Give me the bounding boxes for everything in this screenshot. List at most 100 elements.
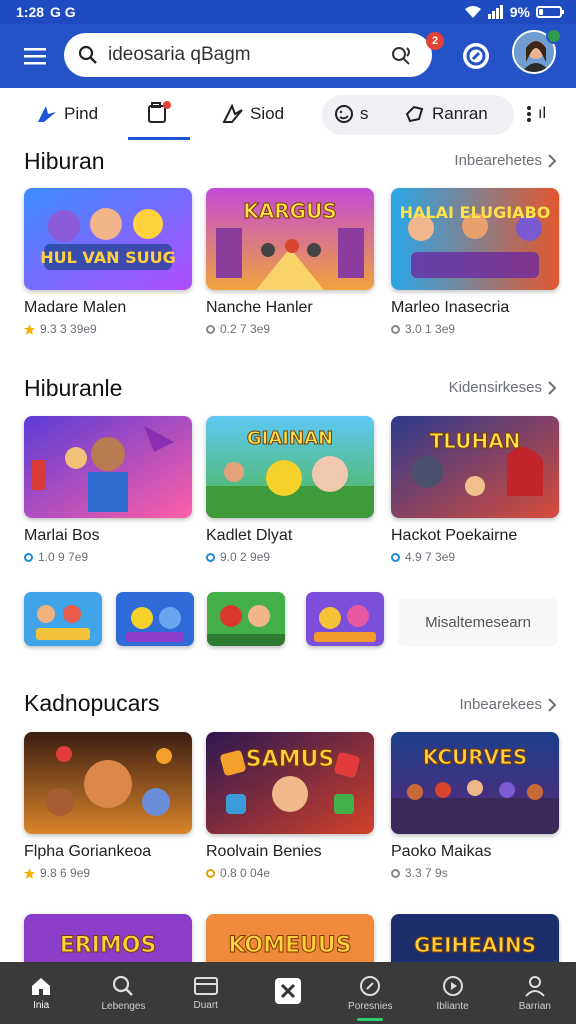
thumbnail-art-text: ERIMOS — [60, 933, 157, 958]
nav-play[interactable]: Ibliante — [411, 962, 493, 1024]
mini-game-tile[interactable] — [207, 592, 285, 646]
battery-level — [539, 9, 544, 15]
game-card[interactable]: TLUHAN Hackot Poekairne 4.9 7 3e9 — [391, 416, 559, 564]
card-meta-text: 3.0 1 3e9 — [405, 322, 456, 336]
chevron-right-icon — [548, 380, 556, 395]
nav-label: Inia — [33, 999, 50, 1011]
download-icon — [206, 868, 215, 878]
card-meta-text: 4.9 7 3e9 — [405, 550, 456, 564]
card-meta: 9.8 6 9e9 — [24, 866, 192, 880]
chevron-right-icon — [548, 153, 556, 168]
nav-profile[interactable]: Barrian — [494, 962, 576, 1024]
tab-s[interactable]: s — [334, 88, 369, 140]
section-title: Hiburanle — [24, 375, 123, 401]
game-card[interactable]: Flpha Goriankeoa 9.8 6 9e9 — [24, 732, 192, 880]
voice-search-icon — [392, 47, 410, 65]
play-protect-button[interactable] — [461, 41, 491, 71]
card-meta-text: 3.3 7 9s — [405, 866, 448, 880]
tab-siod[interactable]: Siod — [222, 88, 284, 140]
thumbnail-art-text: HALAI ELUGIABO — [400, 203, 551, 222]
card-meta: 9.3 3 39e9 — [24, 322, 192, 336]
tab-label: s — [360, 104, 369, 123]
card-meta: 9.0 2 9e9 — [206, 550, 374, 564]
games-icon — [274, 978, 301, 1004]
download-icon — [24, 552, 33, 562]
battery-icon — [536, 6, 564, 18]
nav-label: Lebenges — [101, 1000, 146, 1012]
see-more-label: Inbearekees — [459, 696, 542, 713]
card-title: Marleo Inasecria — [391, 299, 510, 316]
nav-games[interactable] — [247, 962, 329, 1024]
download-icon — [391, 552, 400, 562]
section-see-more[interactable]: Kidensirkeses — [449, 379, 556, 396]
star-icon — [24, 867, 35, 879]
nav-library[interactable]: Duart — [165, 962, 247, 1024]
card-meta-text: 9.3 3 39e9 — [40, 322, 97, 336]
card-title: Flpha Goriankeoa — [24, 843, 152, 860]
thumbnail-art-text: GEIHEAINS — [414, 933, 536, 957]
app-bar: ideosaria qBagm 2 — [0, 24, 576, 88]
more-vert-icon — [527, 106, 531, 122]
notification-badge: 2 — [426, 32, 444, 50]
menu-button[interactable] — [0, 24, 70, 88]
status-bar: 1:28 G G 9% — [0, 0, 576, 24]
more-games-button[interactable]: Misaltemesearn — [398, 598, 558, 646]
section-title: Kadnopucars — [24, 690, 160, 716]
card-meta: 3.0 1 3e9 — [391, 322, 559, 336]
status-time: 1:28 — [16, 4, 45, 20]
wifi-icon — [464, 6, 481, 18]
game-card[interactable]: KARGUS Nanche Hanler 0.2 7 3e9 — [206, 188, 374, 336]
game-thumbnail: KARGUS — [206, 188, 374, 290]
search-placeholder: ideosaria qBagm — [108, 44, 251, 65]
play-protect-icon — [463, 43, 489, 69]
tab-games[interactable] — [128, 88, 190, 140]
section-see-more[interactable]: Inbearehetes — [454, 152, 556, 169]
game-card[interactable]: SAMUS Roolvain Benies 0.8 0 04e — [206, 732, 374, 880]
card-title: Roolvain Benies — [206, 843, 322, 860]
search-icon — [113, 975, 134, 996]
card-meta-text: 1.0 9 7e9 — [38, 550, 89, 564]
tab-ranran[interactable]: Ranran — [404, 88, 488, 140]
chevron-right-icon — [548, 697, 556, 712]
thumbnail-art-text: KARGUS — [243, 199, 336, 223]
game-card[interactable]: GIAINAN Kadlet Dlyat 9.0 2 9e9 — [206, 416, 374, 564]
card-meta: 4.9 7 3e9 — [391, 550, 559, 564]
game-card[interactable]: HALAI ELUGIABO Marleo Inasecria 3.0 1 3e… — [391, 188, 559, 336]
card-title: Paoko Maikas — [391, 843, 492, 860]
card-title: Kadlet Dlyat — [206, 527, 293, 544]
game-card[interactable]: HUL VAN SUUG Madare Malen 9.3 3 39e9 — [24, 188, 192, 336]
tab-label: Siod — [250, 104, 285, 123]
mini-game-tile[interactable] — [24, 592, 102, 646]
tab-pind[interactable]: Pind — [36, 88, 98, 140]
nav-search[interactable]: Lebenges — [82, 962, 164, 1024]
game-card[interactable]: Marlai Bos 1.0 9 7e9 — [24, 416, 192, 564]
search-bar[interactable]: ideosaria qBagm — [64, 33, 432, 77]
sparkle-icon — [38, 106, 56, 122]
section-see-more[interactable]: Inbearekees — [459, 696, 556, 713]
play-icon — [442, 975, 463, 996]
card-title: Nanche Hanler — [206, 299, 313, 316]
thumbnail-art-text: SAMUS — [246, 747, 334, 772]
nav-explore[interactable]: Poresnies — [329, 962, 411, 1024]
voice-search-button[interactable] — [386, 39, 418, 71]
nav-label: Duart — [193, 999, 218, 1011]
nav-label: Poresnies — [348, 1000, 393, 1012]
mini-game-tile[interactable] — [306, 592, 384, 646]
download-icon — [206, 552, 215, 562]
mini-game-tile[interactable] — [116, 592, 194, 646]
home-icon — [32, 977, 51, 995]
game-thumbnail: HALAI ELUGIABO — [391, 188, 559, 290]
tab-more[interactable]: ıl — [526, 88, 546, 140]
section-title: Hiburan — [24, 148, 105, 174]
card-meta-text: 9.0 2 9e9 — [220, 550, 271, 564]
game-card[interactable]: KCURVES Paoko Maikas 3.3 7 9s — [391, 732, 559, 880]
game-thumbnail: HUL VAN SUUG — [24, 188, 192, 290]
card-title: Marlai Bos — [24, 527, 100, 544]
profile-icon — [525, 975, 545, 997]
status-notification-icons: G G — [50, 4, 76, 20]
thumbnail-art-text: GIAINAN — [247, 428, 333, 449]
card-meta-text: 0.2 7 3e9 — [220, 322, 271, 336]
card-meta: 1.0 9 7e9 — [24, 550, 192, 564]
bottom-navigation: Inia Lebenges Duart Poresnies Ibliante B… — [0, 962, 576, 1024]
nav-home[interactable]: Inia — [0, 962, 82, 1024]
